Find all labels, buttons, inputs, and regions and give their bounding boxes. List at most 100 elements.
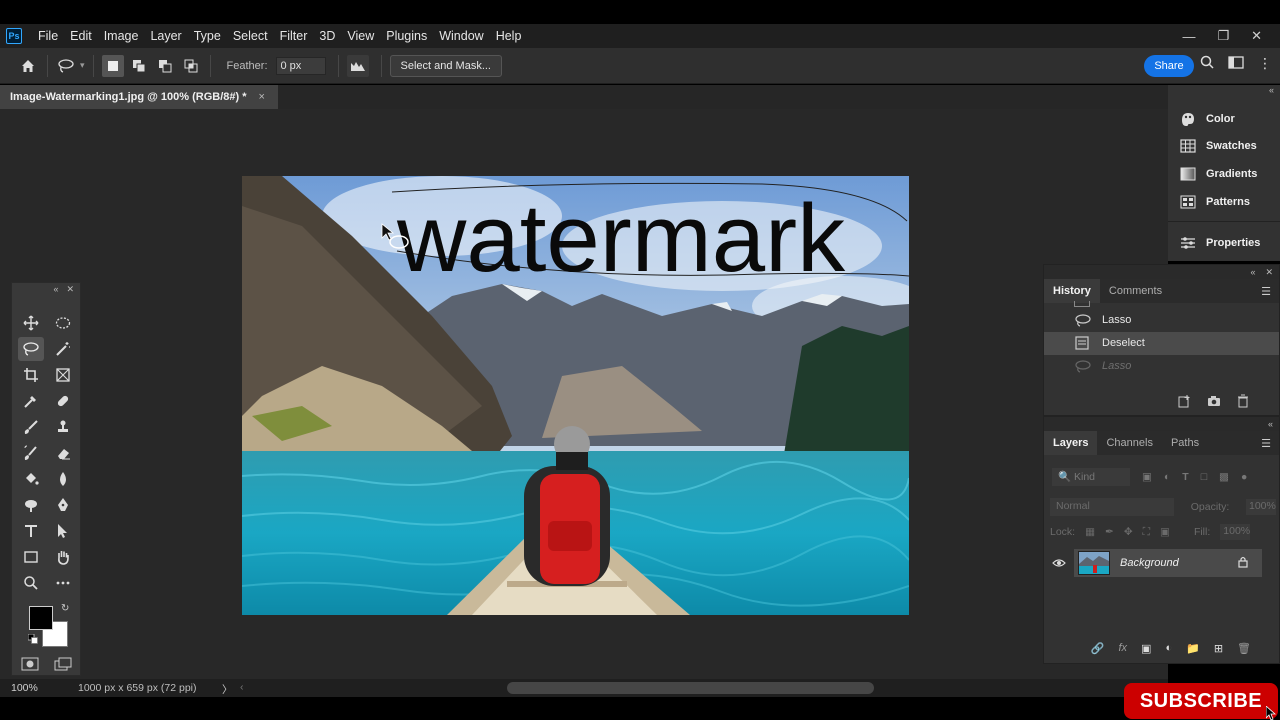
watermark-text[interactable]: watermark [396,185,846,292]
trash-icon[interactable] [1237,394,1249,411]
menu-layer[interactable]: Layer [144,24,187,48]
tab-close-icon[interactable]: × [259,91,265,103]
frame-tool-icon[interactable] [50,363,76,387]
history-item[interactable]: Deselect [1044,332,1279,355]
tab-history[interactable]: History [1044,279,1100,303]
blend-mode-select[interactable]: Normal [1050,498,1174,516]
restore-icon[interactable]: ❐ [1217,28,1229,44]
rectangle-tool-icon[interactable] [18,545,44,569]
panel-properties[interactable]: Properties [1180,236,1260,250]
home-icon[interactable] [17,55,39,77]
type-tool-icon[interactable] [18,519,44,543]
clone-stamp-icon[interactable] [50,415,76,439]
filter-pixel-icon[interactable]: ▣ [1142,471,1152,483]
lock-paint-icon[interactable]: ✒ [1105,526,1114,538]
menu-view[interactable]: View [341,24,380,48]
eyedropper-icon[interactable] [18,389,44,413]
adjustment-layer-icon[interactable]: ◐ [1165,642,1172,654]
history-item[interactable]: Lasso [1044,309,1279,332]
hand-tool-icon[interactable] [50,545,76,569]
swap-colors-icon[interactable]: ↻ [61,603,69,614]
history-brush-icon[interactable] [18,441,44,465]
eraser-icon[interactable] [50,441,76,465]
subtract-from-selection-icon[interactable] [154,55,176,77]
dodge-tool-icon[interactable] [18,493,44,517]
link-layers-icon[interactable]: 🔗 [1091,642,1105,655]
paint-bucket-icon[interactable] [18,467,44,491]
menu-3d[interactable]: 3D [313,24,341,48]
filter-shape-icon[interactable]: □ [1201,471,1207,483]
visibility-eye-icon[interactable] [1052,557,1066,571]
fill-input[interactable]: 100% [1220,524,1251,540]
document-tab[interactable]: Image-Watermarking1.jpg @ 100% (RGB/8#) … [0,85,278,109]
menu-edit[interactable]: Edit [64,24,98,48]
share-button[interactable]: Share [1144,55,1194,77]
collapse-icon[interactable]: « [1268,417,1273,431]
menu-help[interactable]: Help [490,24,528,48]
foreground-color-swatch[interactable] [29,606,53,630]
lock-position-icon[interactable]: ✥ [1124,526,1133,538]
filter-smart-object-icon[interactable]: ▩ [1219,471,1229,483]
lock-all-icon[interactable]: ▣ [1160,526,1170,538]
default-colors-icon[interactable] [27,633,38,644]
crop-tool-icon[interactable] [18,363,44,387]
menu-filter[interactable]: Filter [274,24,314,48]
chevron-down-icon[interactable]: ▾ [80,60,85,71]
filter-adjustment-icon[interactable]: ◐ [1164,471,1170,483]
path-selection-icon[interactable] [50,519,76,543]
screen-mode-icon[interactable] [54,657,72,674]
lock-artboard-icon[interactable]: ⛶ [1143,526,1150,539]
lasso-tool-icon[interactable] [18,337,44,361]
tab-paths[interactable]: Paths [1162,431,1208,455]
elliptical-marquee-icon[interactable] [50,311,76,335]
feather-input[interactable] [275,56,326,75]
intersect-selection-icon[interactable] [180,55,202,77]
lock-transparent-icon[interactable]: ▦ [1085,526,1095,538]
horizontal-scrollbar[interactable] [507,682,874,694]
panel-swatches[interactable]: Swatches [1180,139,1257,153]
filter-type-icon[interactable]: T [1182,471,1188,483]
new-selection-icon[interactable] [101,54,124,77]
close-icon[interactable]: ✕ [1251,28,1262,44]
collapse-icon[interactable]: « [1250,265,1255,279]
zoom-tool-icon[interactable] [18,571,44,595]
magic-wand-icon[interactable] [50,337,76,361]
camera-icon[interactable] [1207,395,1221,410]
delete-layer-icon[interactable]: 🗑 [1237,642,1251,655]
panel-menu-icon[interactable]: ☰ [1261,285,1271,298]
add-to-selection-icon[interactable] [128,55,150,77]
filter-toggle-icon[interactable]: ● [1241,471,1247,483]
quick-mask-icon[interactable] [21,657,39,674]
add-mask-icon[interactable]: ▣ [1141,642,1151,655]
healing-brush-icon[interactable] [50,389,76,413]
status-zoom[interactable]: 100% [11,682,38,694]
scroll-left-icon[interactable]: ‹ [240,681,244,693]
history-item[interactable]: Lasso [1044,355,1279,378]
panel-menu-icon[interactable]: ☰ [1261,437,1271,450]
close-panel-icon[interactable]: ✕ [1265,265,1273,279]
brush-tool-icon[interactable] [18,415,44,439]
minimize-icon[interactable]: — [1182,29,1195,44]
status-arrow-icon[interactable]: 〉 [222,682,233,697]
more-vertical-icon[interactable]: ⋮ [1258,55,1272,72]
opacity-input[interactable]: 100% [1245,499,1276,515]
move-tool-icon[interactable] [18,311,44,335]
layer-row-background[interactable]: Background [1074,549,1262,577]
tab-layers[interactable]: Layers [1044,431,1098,455]
select-and-mask-button[interactable]: Select and Mask... [389,54,502,77]
layer-lock-icon[interactable] [1238,556,1248,571]
new-group-icon[interactable]: 📁 [1186,642,1200,655]
anti-alias-icon[interactable] [346,54,369,77]
close-panel-icon[interactable]: ✕ [66,283,74,295]
search-icon[interactable] [1200,55,1214,72]
menu-type[interactable]: Type [188,24,227,48]
new-document-from-state-icon[interactable] [1177,394,1191,411]
collapse-icon[interactable]: « [53,283,58,295]
layer-filter-kind[interactable]: 🔍 Kind [1052,468,1130,486]
subscribe-badge[interactable]: SUBSCRIBE [1124,683,1278,719]
document-canvas[interactable]: watermark [242,176,909,615]
menu-select[interactable]: Select [227,24,274,48]
lasso-tool-preset-icon[interactable] [56,55,78,77]
expand-panels-icon[interactable]: « [1269,85,1274,95]
menu-plugins[interactable]: Plugins [380,24,433,48]
